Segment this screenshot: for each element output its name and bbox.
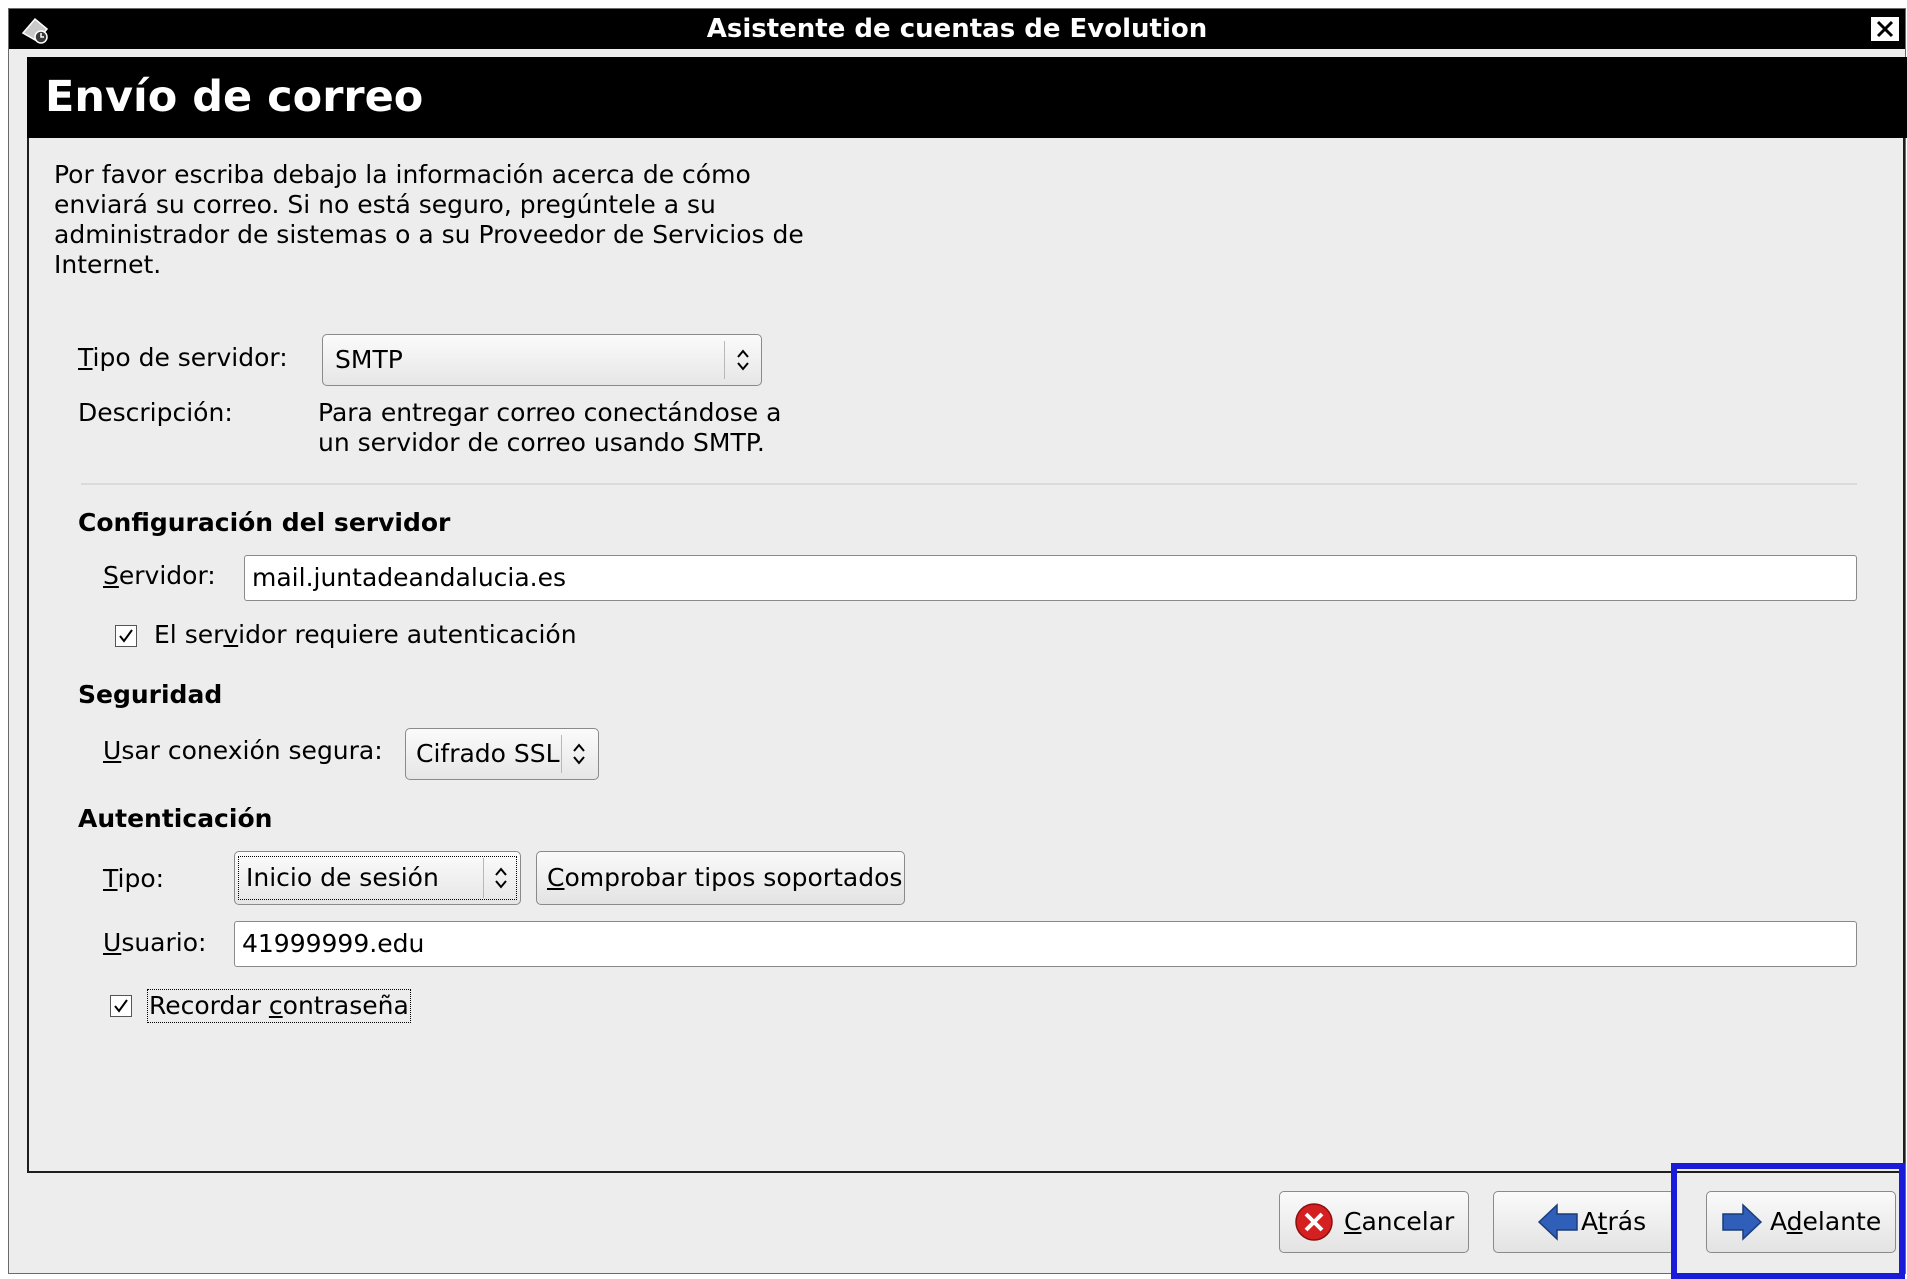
- assistant-window: Asistente de cuentas de Evolution Envío …: [8, 8, 1907, 1274]
- cancel-text: ancelar: [1361, 1207, 1455, 1236]
- title-bar[interactable]: Asistente de cuentas de Evolution: [9, 9, 1905, 49]
- arrow-left-icon: [1537, 1203, 1578, 1241]
- forward-button-highlight: [1671, 1163, 1905, 1279]
- auth-required-mnemonic: v: [223, 620, 239, 649]
- user-label-text: suario:: [121, 928, 207, 957]
- close-button[interactable]: [1869, 15, 1901, 43]
- check-button-mnemonic: C: [547, 863, 565, 892]
- user-mnemonic: U: [103, 928, 122, 957]
- secure-connection-mnemonic: U: [103, 736, 122, 765]
- security-heading: Seguridad: [78, 680, 223, 709]
- combo-separator: [724, 341, 725, 379]
- combo-separator: [561, 735, 562, 773]
- description-label: Descripción:: [78, 398, 233, 427]
- auth-required-checkbox[interactable]: [115, 625, 137, 647]
- remember-mnemonic: c: [268, 991, 283, 1020]
- remember-password-checkbox[interactable]: [110, 995, 132, 1017]
- page-header: Envío de correo: [27, 57, 1907, 138]
- remember-post: ontraseña: [282, 991, 409, 1020]
- combo-updown-icon: [573, 743, 585, 765]
- auth-type-value: Inicio de sesión: [246, 863, 439, 892]
- check-button-text: omprobar tipos soportados: [564, 863, 903, 892]
- server-type-mnemonic: T: [78, 343, 93, 372]
- server-config-heading: Configuración del servidor: [78, 508, 451, 537]
- auth-type-label-text: ipo:: [117, 864, 165, 893]
- close-icon: [1876, 20, 1894, 38]
- server-type-combo[interactable]: SMTP: [322, 334, 762, 386]
- combo-updown-icon: [737, 349, 749, 371]
- check-supported-types-label: Comprobar tipos soportados: [547, 852, 902, 904]
- auth-required-pre: El ser: [154, 620, 224, 649]
- server-type-label: Tipo de servidor:: [78, 343, 288, 373]
- cancel-button[interactable]: Cancelar: [1279, 1191, 1469, 1253]
- combo-separator: [483, 858, 484, 898]
- description-text: Para entregar correo conectándose a un s…: [318, 398, 782, 457]
- auth-required-post: idor requiere autenticación: [238, 620, 577, 649]
- auth-type-label: Tipo:: [103, 864, 164, 894]
- back-pre: A: [1581, 1207, 1598, 1236]
- secure-connection-label: Usar conexión segura:: [103, 736, 383, 766]
- checkmark-icon: [114, 999, 128, 1013]
- back-label: Atrás: [1581, 1192, 1646, 1252]
- server-type-label-text: ipo de servidor:: [92, 343, 288, 372]
- secure-connection-value: Cifrado SSL: [416, 739, 560, 768]
- auth-required-label[interactable]: El servidor requiere autenticación: [154, 620, 577, 650]
- back-post: rás: [1607, 1207, 1647, 1236]
- server-input[interactable]: mail.juntadeandalucia.es: [244, 555, 1857, 601]
- combo-updown-icon: [495, 867, 507, 889]
- content-area: Por favor escriba debajo la información …: [27, 138, 1905, 1173]
- back-mnemonic: t: [1597, 1207, 1608, 1236]
- checkmark-icon: [119, 629, 133, 643]
- server-type-value: SMTP: [335, 345, 403, 374]
- secure-connection-label-text: sar conexión segura:: [121, 736, 383, 765]
- window-title: Asistente de cuentas de Evolution: [706, 14, 1208, 44]
- intro-text: Por favor escriba debajo la información …: [54, 160, 804, 279]
- remember-password-label[interactable]: Recordar contraseña: [147, 989, 411, 1023]
- auth-type-mnemonic: T: [103, 864, 118, 893]
- auth-type-combo[interactable]: Inicio de sesión: [234, 851, 521, 905]
- back-button[interactable]: Atrás: [1493, 1191, 1675, 1253]
- user-label: Usuario:: [103, 928, 206, 958]
- page-title: Envío de correo: [45, 72, 424, 122]
- remember-pre: Recordar: [149, 991, 269, 1020]
- check-supported-types-button[interactable]: Comprobar tipos soportados: [536, 851, 905, 905]
- server-label-text: ervidor:: [118, 561, 216, 590]
- cancel-mnemonic: C: [1344, 1207, 1362, 1236]
- server-mnemonic: S: [103, 561, 119, 590]
- secure-connection-combo[interactable]: Cifrado SSL: [405, 728, 599, 780]
- server-label: Servidor:: [103, 561, 216, 591]
- separator: [81, 483, 1857, 485]
- authentication-heading: Autenticación: [78, 804, 273, 833]
- cancel-icon: [1295, 1203, 1333, 1241]
- cancel-label: Cancelar: [1344, 1192, 1454, 1252]
- user-input[interactable]: 41999999.edu: [234, 921, 1857, 967]
